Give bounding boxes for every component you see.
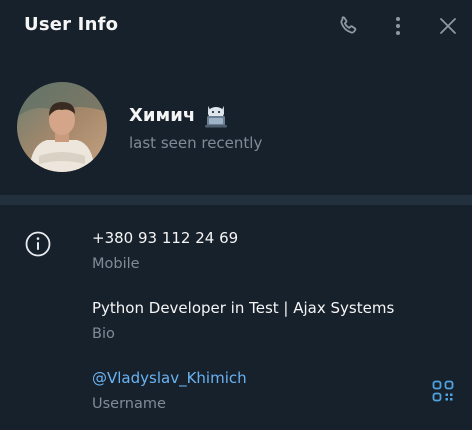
more-options-button[interactable] [384, 12, 412, 40]
section-divider [0, 195, 472, 205]
phone-number[interactable]: +380 93 112 24 69 [92, 228, 238, 248]
cat-laptop-icon[interactable] [201, 100, 231, 130]
header: User Info [0, 0, 472, 52]
username-link[interactable]: @Vladyslav_Khimich [92, 368, 247, 388]
phone-label: Mobile [92, 256, 140, 272]
call-button[interactable] [334, 12, 362, 40]
bio-field[interactable]: Python Developer in Test | Ajax Systems … [92, 298, 394, 344]
bio-text[interactable]: Python Developer in Test | Ajax Systems [92, 298, 394, 318]
user-name: Химич [129, 104, 196, 126]
last-seen-status: last seen recently [129, 134, 263, 152]
name-row: Химич [129, 100, 231, 130]
qr-code-button[interactable] [431, 379, 455, 403]
phone-field[interactable]: +380 93 112 24 69 Mobile [92, 228, 238, 274]
avatar[interactable] [17, 82, 107, 172]
close-button[interactable] [434, 12, 462, 40]
phone-icon [340, 16, 357, 34]
username-field[interactable]: @Vladyslav_Khimich Username [92, 368, 247, 414]
username-label: Username [92, 396, 166, 412]
close-icon [440, 18, 456, 34]
bio-label: Bio [92, 326, 115, 342]
info-icon [24, 230, 52, 258]
profile-section: Химич last seen recently [0, 78, 472, 178]
more-vertical-icon [396, 17, 400, 35]
qr-code-icon [432, 380, 454, 402]
page-title: User Info [24, 14, 119, 35]
